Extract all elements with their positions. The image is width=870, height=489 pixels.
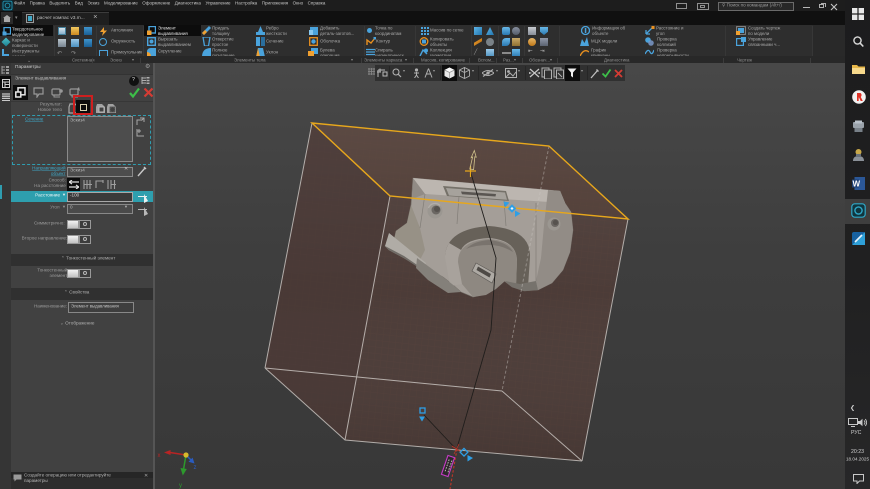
svg-text:x: x bbox=[158, 453, 161, 459]
svg-text:z: z bbox=[194, 465, 197, 471]
svg-text:y: y bbox=[179, 483, 182, 489]
svg-text:W: W bbox=[853, 180, 861, 189]
